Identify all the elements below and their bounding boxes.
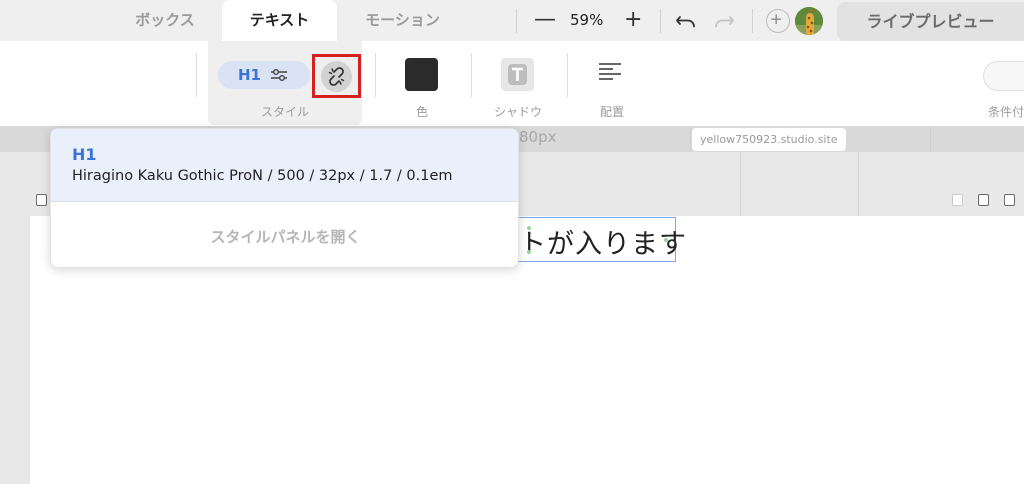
- top-tab-bar: ボックス テキスト モーション — 59% + ライブプレビュー: [0, 0, 1024, 41]
- frame-icon[interactable]: [36, 194, 47, 206]
- resize-handle[interactable]: [527, 250, 531, 254]
- live-preview-button[interactable]: ライブプレビュー: [837, 2, 1024, 41]
- giraffe-avatar-icon: [795, 7, 823, 35]
- color-label: 色: [415, 105, 428, 119]
- unlink-style-button[interactable]: [312, 54, 361, 98]
- site-url[interactable]: yellow750923.studio.site: [692, 128, 846, 151]
- style-dropdown: H1 Hiragino Kaku Gothic ProN / 500 / 32p…: [50, 128, 519, 268]
- shadow-button[interactable]: [501, 58, 534, 91]
- align-label: 配置: [599, 105, 624, 119]
- add-frame-icon[interactable]: [978, 194, 989, 206]
- avatar[interactable]: [795, 7, 823, 35]
- resize-handle[interactable]: [527, 226, 531, 230]
- divider: [752, 9, 753, 33]
- add-section-icon[interactable]: [1004, 194, 1015, 206]
- style-option-spec: Hiragino Kaku Gothic ProN / 500 / 32px /…: [72, 168, 453, 184]
- divider: [375, 53, 376, 97]
- divider: [567, 53, 568, 97]
- style-option-name: H1: [72, 145, 97, 164]
- zoom-out-button[interactable]: —: [534, 0, 556, 41]
- add-collaborator-button[interactable]: [766, 9, 790, 33]
- style-label: スタイル: [260, 105, 309, 119]
- condition-label: 条件付: [988, 105, 1024, 119]
- unlink-icon: [328, 67, 345, 86]
- divider: [660, 9, 661, 33]
- zoom-in-button[interactable]: +: [624, 0, 642, 41]
- tab-text[interactable]: テキスト: [222, 0, 337, 41]
- text-toolbar: H1 スタイル 色 シャドウ 配置 条件付: [0, 41, 1024, 126]
- resize-handle[interactable]: [664, 238, 668, 242]
- style-group: H1 スタイル: [208, 41, 362, 125]
- text-shadow-icon: [508, 64, 527, 85]
- unlink-button-bg: [321, 61, 352, 92]
- redo-icon[interactable]: [713, 11, 735, 31]
- ruler-label: 80px: [519, 128, 557, 146]
- divider: [471, 53, 472, 97]
- condition-toggle[interactable]: [983, 61, 1024, 91]
- undo-icon[interactable]: [675, 11, 697, 31]
- heading-text[interactable]: トが入ります: [519, 222, 687, 261]
- trash-icon[interactable]: [952, 194, 963, 206]
- style-selector[interactable]: H1: [218, 61, 310, 89]
- tab-motion[interactable]: モーション: [345, 0, 460, 41]
- zoom-level: 59%: [570, 11, 604, 29]
- style-tag: H1: [238, 66, 261, 84]
- divider: [196, 53, 197, 97]
- style-option-h1[interactable]: H1 Hiragino Kaku Gothic ProN / 500 / 32p…: [51, 129, 518, 202]
- align-left-icon[interactable]: [599, 63, 621, 81]
- plus-icon: [771, 14, 781, 24]
- color-swatch[interactable]: [405, 58, 438, 91]
- shadow-label: シャドウ: [493, 105, 542, 119]
- sliders-icon[interactable]: [270, 67, 288, 83]
- ruler-cell: [930, 126, 1024, 152]
- open-style-panel-button[interactable]: スタイルパネルを開く: [51, 226, 518, 247]
- divider: [516, 9, 517, 33]
- tab-box[interactable]: ボックス: [110, 0, 220, 41]
